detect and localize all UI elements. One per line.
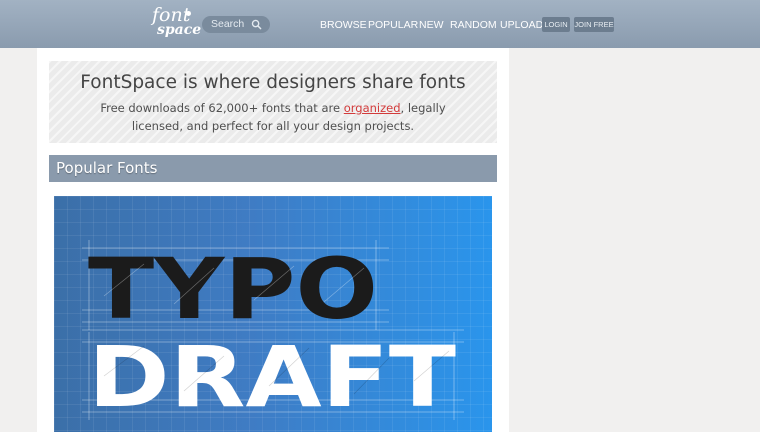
nav-browse[interactable]: BROWSE (320, 18, 367, 32)
nav-new[interactable]: NEW (419, 18, 444, 32)
fontspace-logo[interactable]: font space (150, 5, 202, 41)
featured-word-draft: DRAFT (88, 328, 456, 426)
featured-font-art: TYPO DRAFT (82, 240, 464, 426)
search-placeholder: Search (211, 18, 245, 30)
hero-text-prefix: Free downloads of 62,000+ fonts that are (100, 101, 344, 115)
join-free-button[interactable]: JOIN FREE (574, 17, 614, 32)
nav-random[interactable]: RANDOM (450, 18, 497, 32)
search-icon[interactable] (251, 19, 262, 30)
nav-popular[interactable]: POPULAR (368, 18, 418, 32)
search-box[interactable]: Search (202, 16, 270, 33)
logo-line-2: space (157, 22, 202, 38)
popular-fonts-header: Popular Fonts (49, 155, 497, 182)
logo-dot-icon (186, 11, 191, 16)
featured-font-banner[interactable]: TYPO DRAFT (54, 196, 492, 432)
organized-link[interactable]: organized (344, 101, 401, 115)
login-button[interactable]: LOGIN (542, 17, 570, 32)
hero-title: FontSpace is where designers share fonts (80, 72, 466, 93)
nav-upload[interactable]: UPLOAD (500, 18, 543, 32)
featured-word-typo: TYPO (88, 240, 378, 338)
hero-subtitle: Free downloads of 62,000+ fonts that are… (49, 99, 497, 135)
top-bar: font space Search BROWSE POPULAR NEW RAN… (0, 0, 760, 48)
hero-banner: FontSpace is where designers share fonts… (49, 61, 497, 143)
section-title: Popular Fonts (56, 159, 158, 177)
